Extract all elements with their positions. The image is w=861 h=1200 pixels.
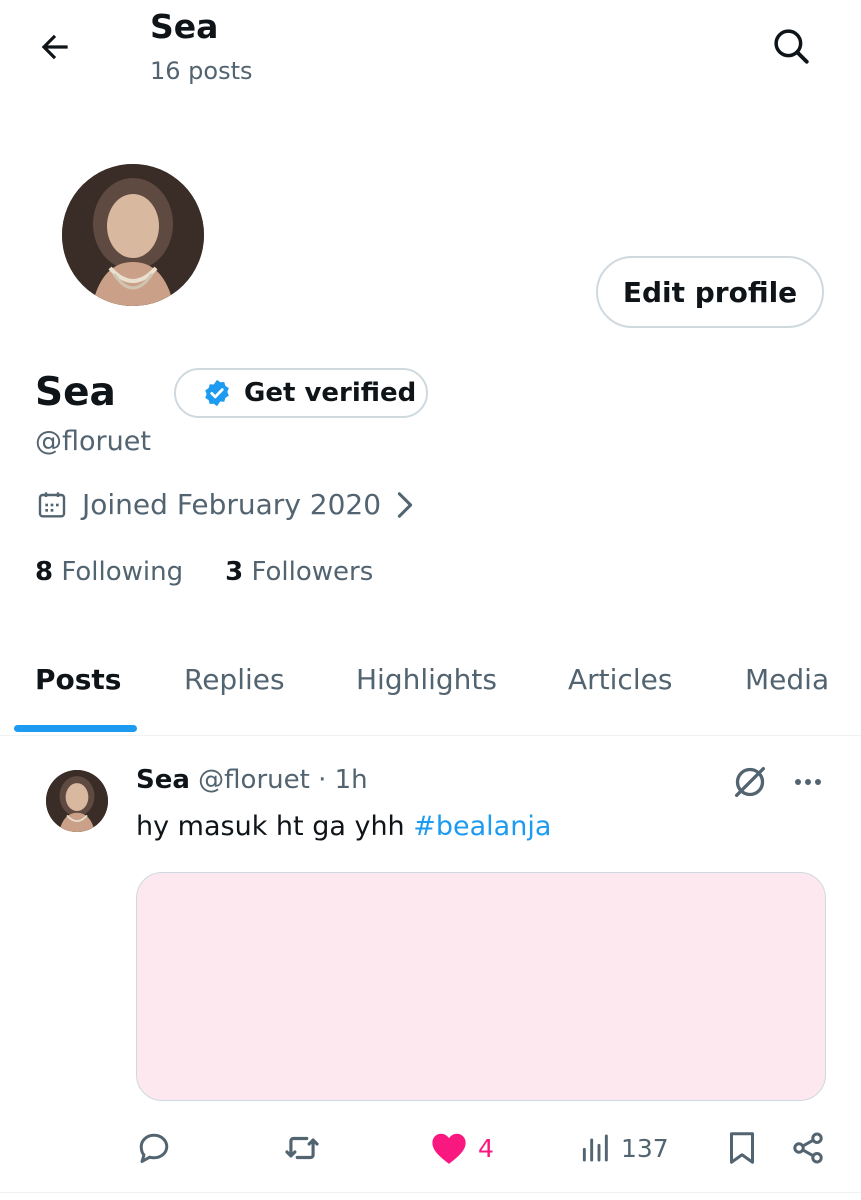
post-header: Sea @floruet · 1h — [136, 762, 368, 798]
following-label: Following — [61, 557, 184, 587]
chevron-right-icon — [395, 491, 415, 519]
share-icon — [790, 1130, 826, 1166]
hashtag-link[interactable]: #bealanja — [413, 811, 551, 842]
post-avatar[interactable] — [46, 770, 108, 832]
post-time[interactable]: 1h — [335, 765, 368, 795]
get-verified-button[interactable]: Get verified — [174, 368, 428, 418]
views-button[interactable]: 137 — [579, 1128, 669, 1168]
search-icon — [774, 29, 809, 64]
following-link[interactable]: 8 Following — [35, 555, 183, 589]
reply-button[interactable] — [136, 1128, 172, 1168]
followers-link[interactable]: 3 Followers — [225, 555, 373, 589]
tab-highlights[interactable]: Highlights — [356, 656, 497, 704]
edit-profile-button[interactable]: Edit profile — [596, 256, 824, 328]
more-options-button[interactable] — [790, 770, 826, 794]
back-button[interactable] — [36, 28, 74, 66]
reply-icon — [136, 1130, 172, 1166]
followers-count: 3 — [225, 557, 244, 587]
post-count: 16 posts — [150, 57, 253, 85]
like-button[interactable]: 4 — [430, 1128, 494, 1168]
search-button[interactable] — [770, 25, 812, 67]
following-count: 8 — [35, 557, 54, 587]
more-dots-icon — [795, 779, 821, 785]
post-author-name[interactable]: Sea — [136, 765, 190, 795]
followers-label: Followers — [251, 557, 374, 587]
joined-date[interactable]: Joined February 2020 — [36, 488, 415, 521]
grok-icon — [735, 767, 765, 797]
share-button[interactable] — [790, 1128, 826, 1168]
repost-button[interactable] — [283, 1128, 321, 1168]
divider — [0, 735, 861, 736]
view-count: 137 — [621, 1133, 669, 1163]
post-media[interactable] — [136, 872, 826, 1101]
profile-tabs: Posts Replies Highlights Articles Media — [0, 656, 861, 736]
active-tab-indicator — [14, 725, 137, 732]
tab-posts[interactable]: Posts — [35, 656, 121, 704]
follow-stats: 8 Following 3 Followers — [35, 555, 373, 589]
joined-text: Joined February 2020 — [82, 488, 382, 521]
grok-button[interactable] — [730, 762, 770, 802]
post-text: hy masuk ht ga yhh #bealanja — [136, 808, 551, 846]
post-divider — [0, 1192, 861, 1193]
tab-media[interactable]: Media — [745, 656, 829, 704]
arrow-left-icon — [41, 34, 68, 60]
header-title: Sea — [150, 7, 219, 46]
get-verified-label: Get verified — [244, 378, 417, 408]
like-count: 4 — [478, 1133, 494, 1163]
post-dot: · — [318, 765, 327, 795]
calendar-icon — [36, 489, 68, 521]
analytics-icon — [579, 1132, 611, 1164]
bookmark-icon — [726, 1130, 758, 1166]
post-body: hy masuk ht ga yhh — [136, 811, 405, 842]
profile-avatar[interactable] — [62, 164, 204, 306]
profile-handle: @floruet — [35, 426, 151, 457]
verified-badge-icon — [202, 378, 232, 408]
repost-icon — [283, 1129, 321, 1167]
profile-name: Sea — [35, 370, 116, 415]
heart-icon — [430, 1130, 468, 1166]
bookmark-button[interactable] — [726, 1128, 758, 1168]
tab-articles[interactable]: Articles — [568, 656, 672, 704]
post-author-handle[interactable]: @floruet — [198, 765, 310, 795]
tab-replies[interactable]: Replies — [184, 656, 285, 704]
